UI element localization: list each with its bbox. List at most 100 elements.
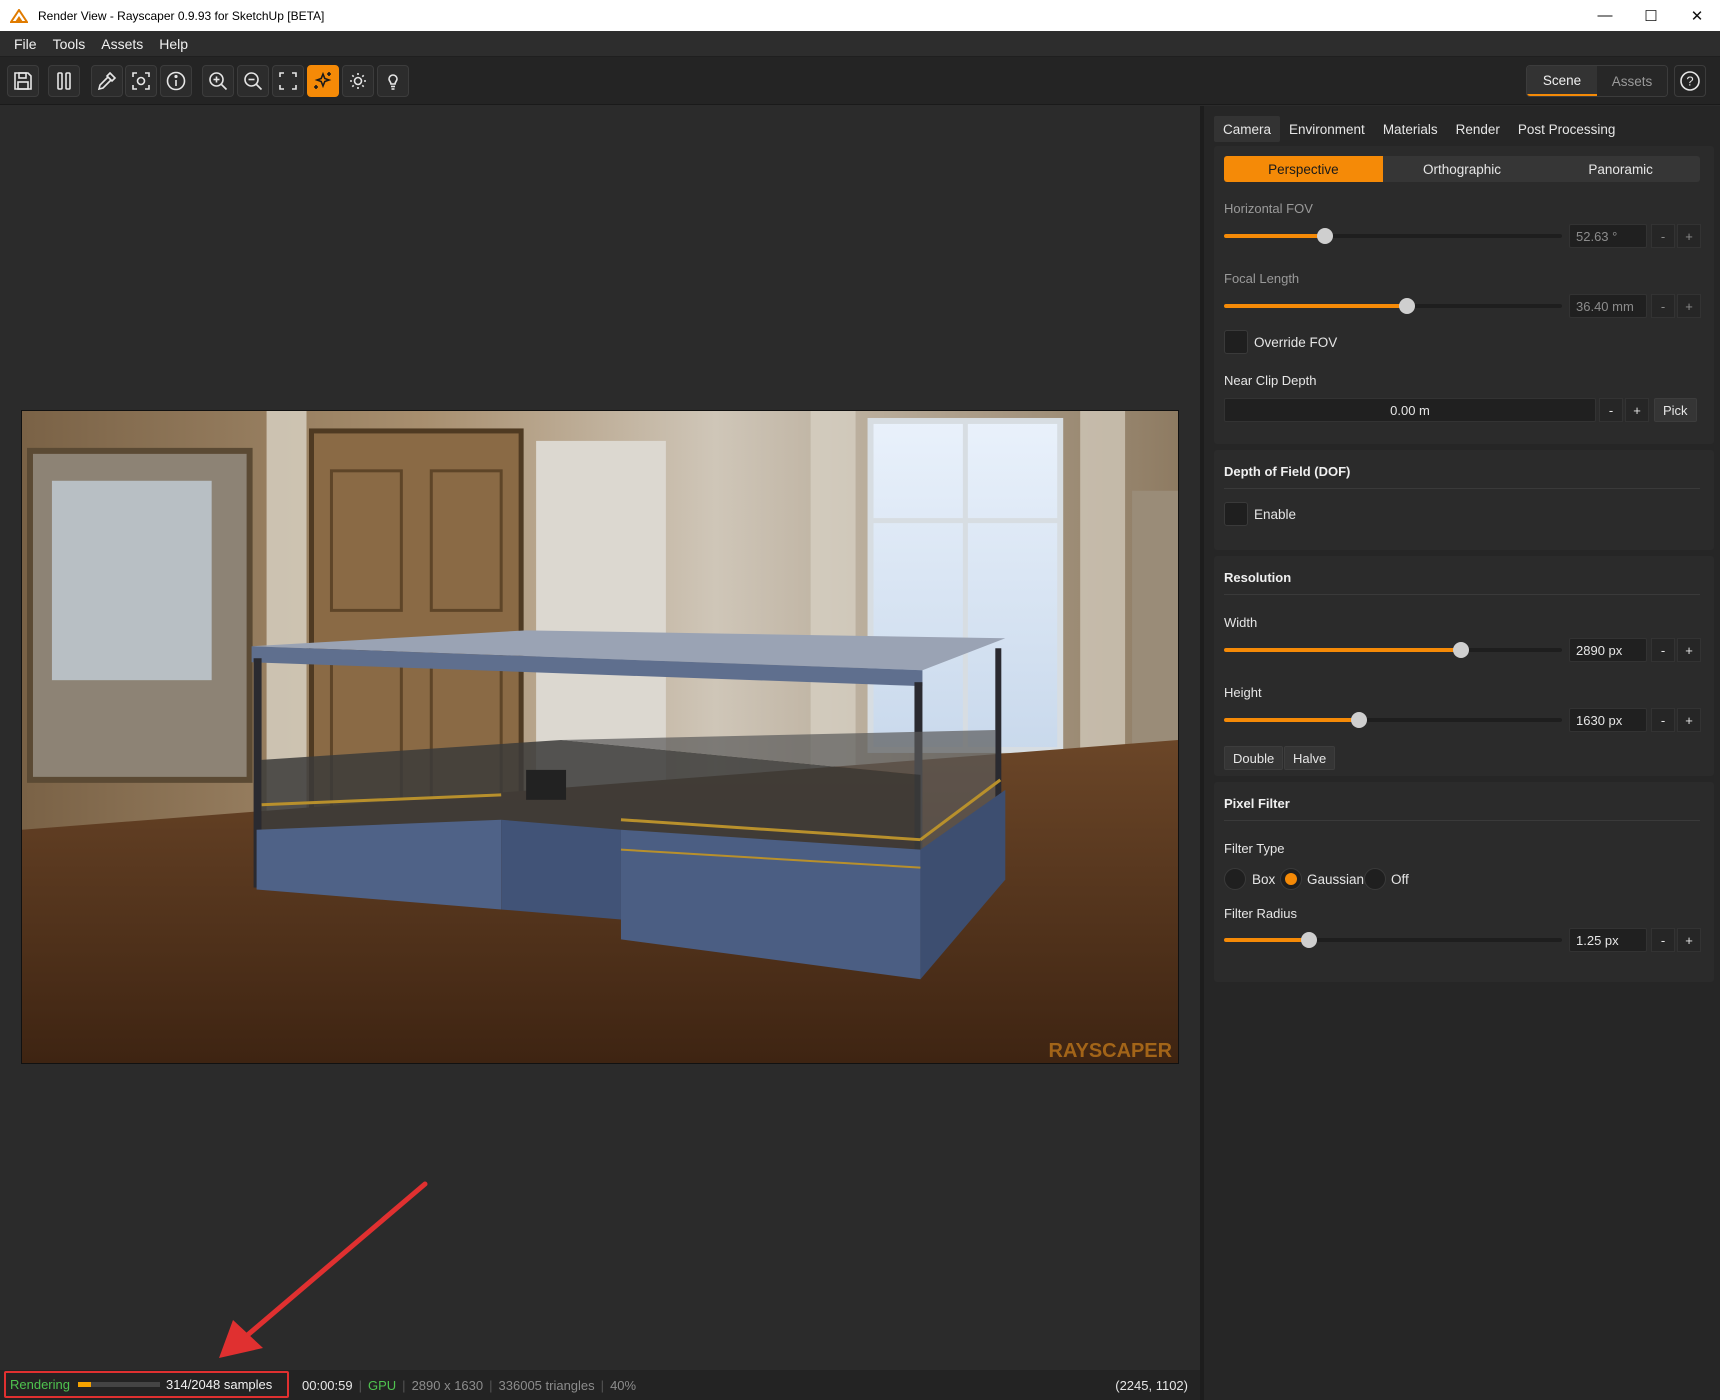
camera-section: Perspective Orthographic Panoramic Horiz… [1214,146,1714,444]
eyedropper-icon [97,71,117,91]
filter-type-label: Filter Type [1224,841,1285,856]
width-input[interactable]: 2890 px [1569,638,1647,662]
halve-button[interactable]: Halve [1284,746,1336,770]
resolution-title: Resolution [1224,570,1292,585]
settings-tabs: Camera Environment Materials Render Post… [1214,116,1624,142]
zoom-out-button[interactable] [237,65,269,97]
svg-text:?: ? [1686,74,1693,89]
height-input[interactable]: 1630 px [1569,708,1647,732]
near-clip-increment[interactable]: + [1625,398,1649,422]
info-button[interactable] [160,65,192,97]
zoom-in-button[interactable] [202,65,234,97]
rayscaper-watermark: RAYSCAPER [1049,1040,1172,1062]
eyedropper-button[interactable] [91,65,123,97]
window-title: Render View - Rayscaper 0.9.93 for Sketc… [38,8,325,23]
focal-length-slider-fill [1224,304,1407,308]
scene-assets-switch: Scene Assets [1526,65,1668,97]
fit-view-icon [279,72,297,90]
near-clip-input[interactable]: 0.00 m [1224,398,1596,422]
light-bulb-button[interactable] [377,65,409,97]
focal-length-input[interactable]: 36.40 mm [1569,294,1647,318]
maximize-button[interactable]: ☐ [1628,0,1674,31]
filter-radius-input[interactable]: 1.25 px [1569,928,1647,952]
focal-length-increment[interactable]: + [1677,294,1701,318]
width-decrement[interactable]: - [1651,638,1675,662]
focal-length-decrement[interactable]: - [1651,294,1675,318]
toolbar: Scene Assets ? [0,57,1720,105]
focal-length-slider[interactable] [1224,298,1562,314]
focus-button[interactable] [125,65,157,97]
height-increment[interactable]: + [1677,708,1701,732]
height-slider-handle[interactable] [1351,712,1368,728]
height-slider[interactable] [1224,712,1562,728]
projection-orthographic[interactable]: Orthographic [1383,156,1542,182]
near-clip-label: Near Clip Depth [1224,373,1317,388]
settings-panel: Camera Environment Materials Render Post… [1204,106,1720,1400]
dof-enable-checkbox[interactable] [1224,502,1248,526]
minimize-button[interactable]: — [1582,0,1628,31]
tab-camera[interactable]: Camera [1214,116,1281,142]
rendered-image[interactable]: RAYSCAPER [21,410,1179,1064]
filter-radius-slider[interactable] [1224,932,1562,948]
render-time: 00:00:59 [302,1377,353,1393]
tab-render[interactable]: Render [1447,116,1509,142]
pause-button[interactable] [48,65,80,97]
filter-radius-decrement[interactable]: - [1651,928,1675,952]
status-bar: Rendering 314/2048 samples 00:00:59 | GP… [0,1370,1200,1400]
tab-scene[interactable]: Scene [1527,66,1597,96]
filter-gaussian-radio[interactable] [1280,868,1302,890]
pixel-filter-section: Pixel Filter Filter Type Box Gaussian Of… [1214,782,1714,982]
hfov-decrement[interactable]: - [1651,224,1675,248]
focus-icon [132,72,150,90]
projection-perspective[interactable]: Perspective [1224,156,1383,182]
save-button[interactable] [7,65,39,97]
tab-post-processing[interactable]: Post Processing [1509,116,1625,142]
menu-tools[interactable]: Tools [45,36,94,52]
hfov-slider[interactable] [1224,228,1562,244]
fit-view-button[interactable] [272,65,304,97]
double-button[interactable]: Double [1224,746,1284,770]
width-slider[interactable] [1224,642,1562,658]
filter-radius-slider-handle[interactable] [1300,932,1317,948]
zoom-level: 40% [610,1377,637,1393]
filter-gaussian-label: Gaussian [1307,872,1365,887]
near-clip-decrement[interactable]: - [1599,398,1623,422]
save-icon [14,72,32,90]
sun-button[interactable] [342,65,374,97]
filter-off-label: Off [1391,872,1409,887]
tab-environment[interactable]: Environment [1280,116,1374,142]
override-fov-checkbox[interactable] [1224,330,1248,354]
filter-off-radio[interactable] [1364,868,1386,890]
pick-button[interactable]: Pick [1654,398,1697,422]
render-viewport[interactable]: RAYSCAPER [0,106,1200,1370]
height-decrement[interactable]: - [1651,708,1675,732]
hfov-slider-handle[interactable] [1317,228,1334,244]
zoom-out-icon [244,72,263,91]
help-button[interactable]: ? [1674,65,1706,97]
zoom-in-icon [209,72,228,91]
pixel-filter-divider [1224,820,1700,821]
width-slider-handle[interactable] [1452,642,1469,658]
menu-assets[interactable]: Assets [93,36,151,52]
tab-materials[interactable]: Materials [1374,116,1447,142]
width-increment[interactable]: + [1677,638,1701,662]
denoise-button[interactable] [307,65,339,97]
pause-icon [57,72,71,90]
projection-panoramic[interactable]: Panoramic [1541,156,1700,182]
render-resolution: 2890 x 1630 [411,1377,484,1393]
dof-title: Depth of Field (DOF) [1224,464,1351,479]
render-progress-highlight: Rendering 314/2048 samples [4,1371,289,1398]
triangle-count: 336005 triangles [498,1377,595,1393]
filter-box-radio[interactable] [1224,868,1246,890]
sun-icon [350,73,366,89]
denoise-icon [314,71,332,89]
hfov-increment[interactable]: + [1677,224,1701,248]
menu-file[interactable]: File [6,36,45,52]
close-button[interactable]: ✕ [1674,0,1720,31]
menu-help[interactable]: Help [151,36,196,52]
filter-radius-increment[interactable]: + [1677,928,1701,952]
focal-length-slider-handle[interactable] [1398,298,1415,314]
filter-radius-label: Filter Radius [1224,906,1297,921]
tab-assets[interactable]: Assets [1597,66,1667,96]
hfov-input[interactable]: 52.63 ° [1569,224,1647,248]
